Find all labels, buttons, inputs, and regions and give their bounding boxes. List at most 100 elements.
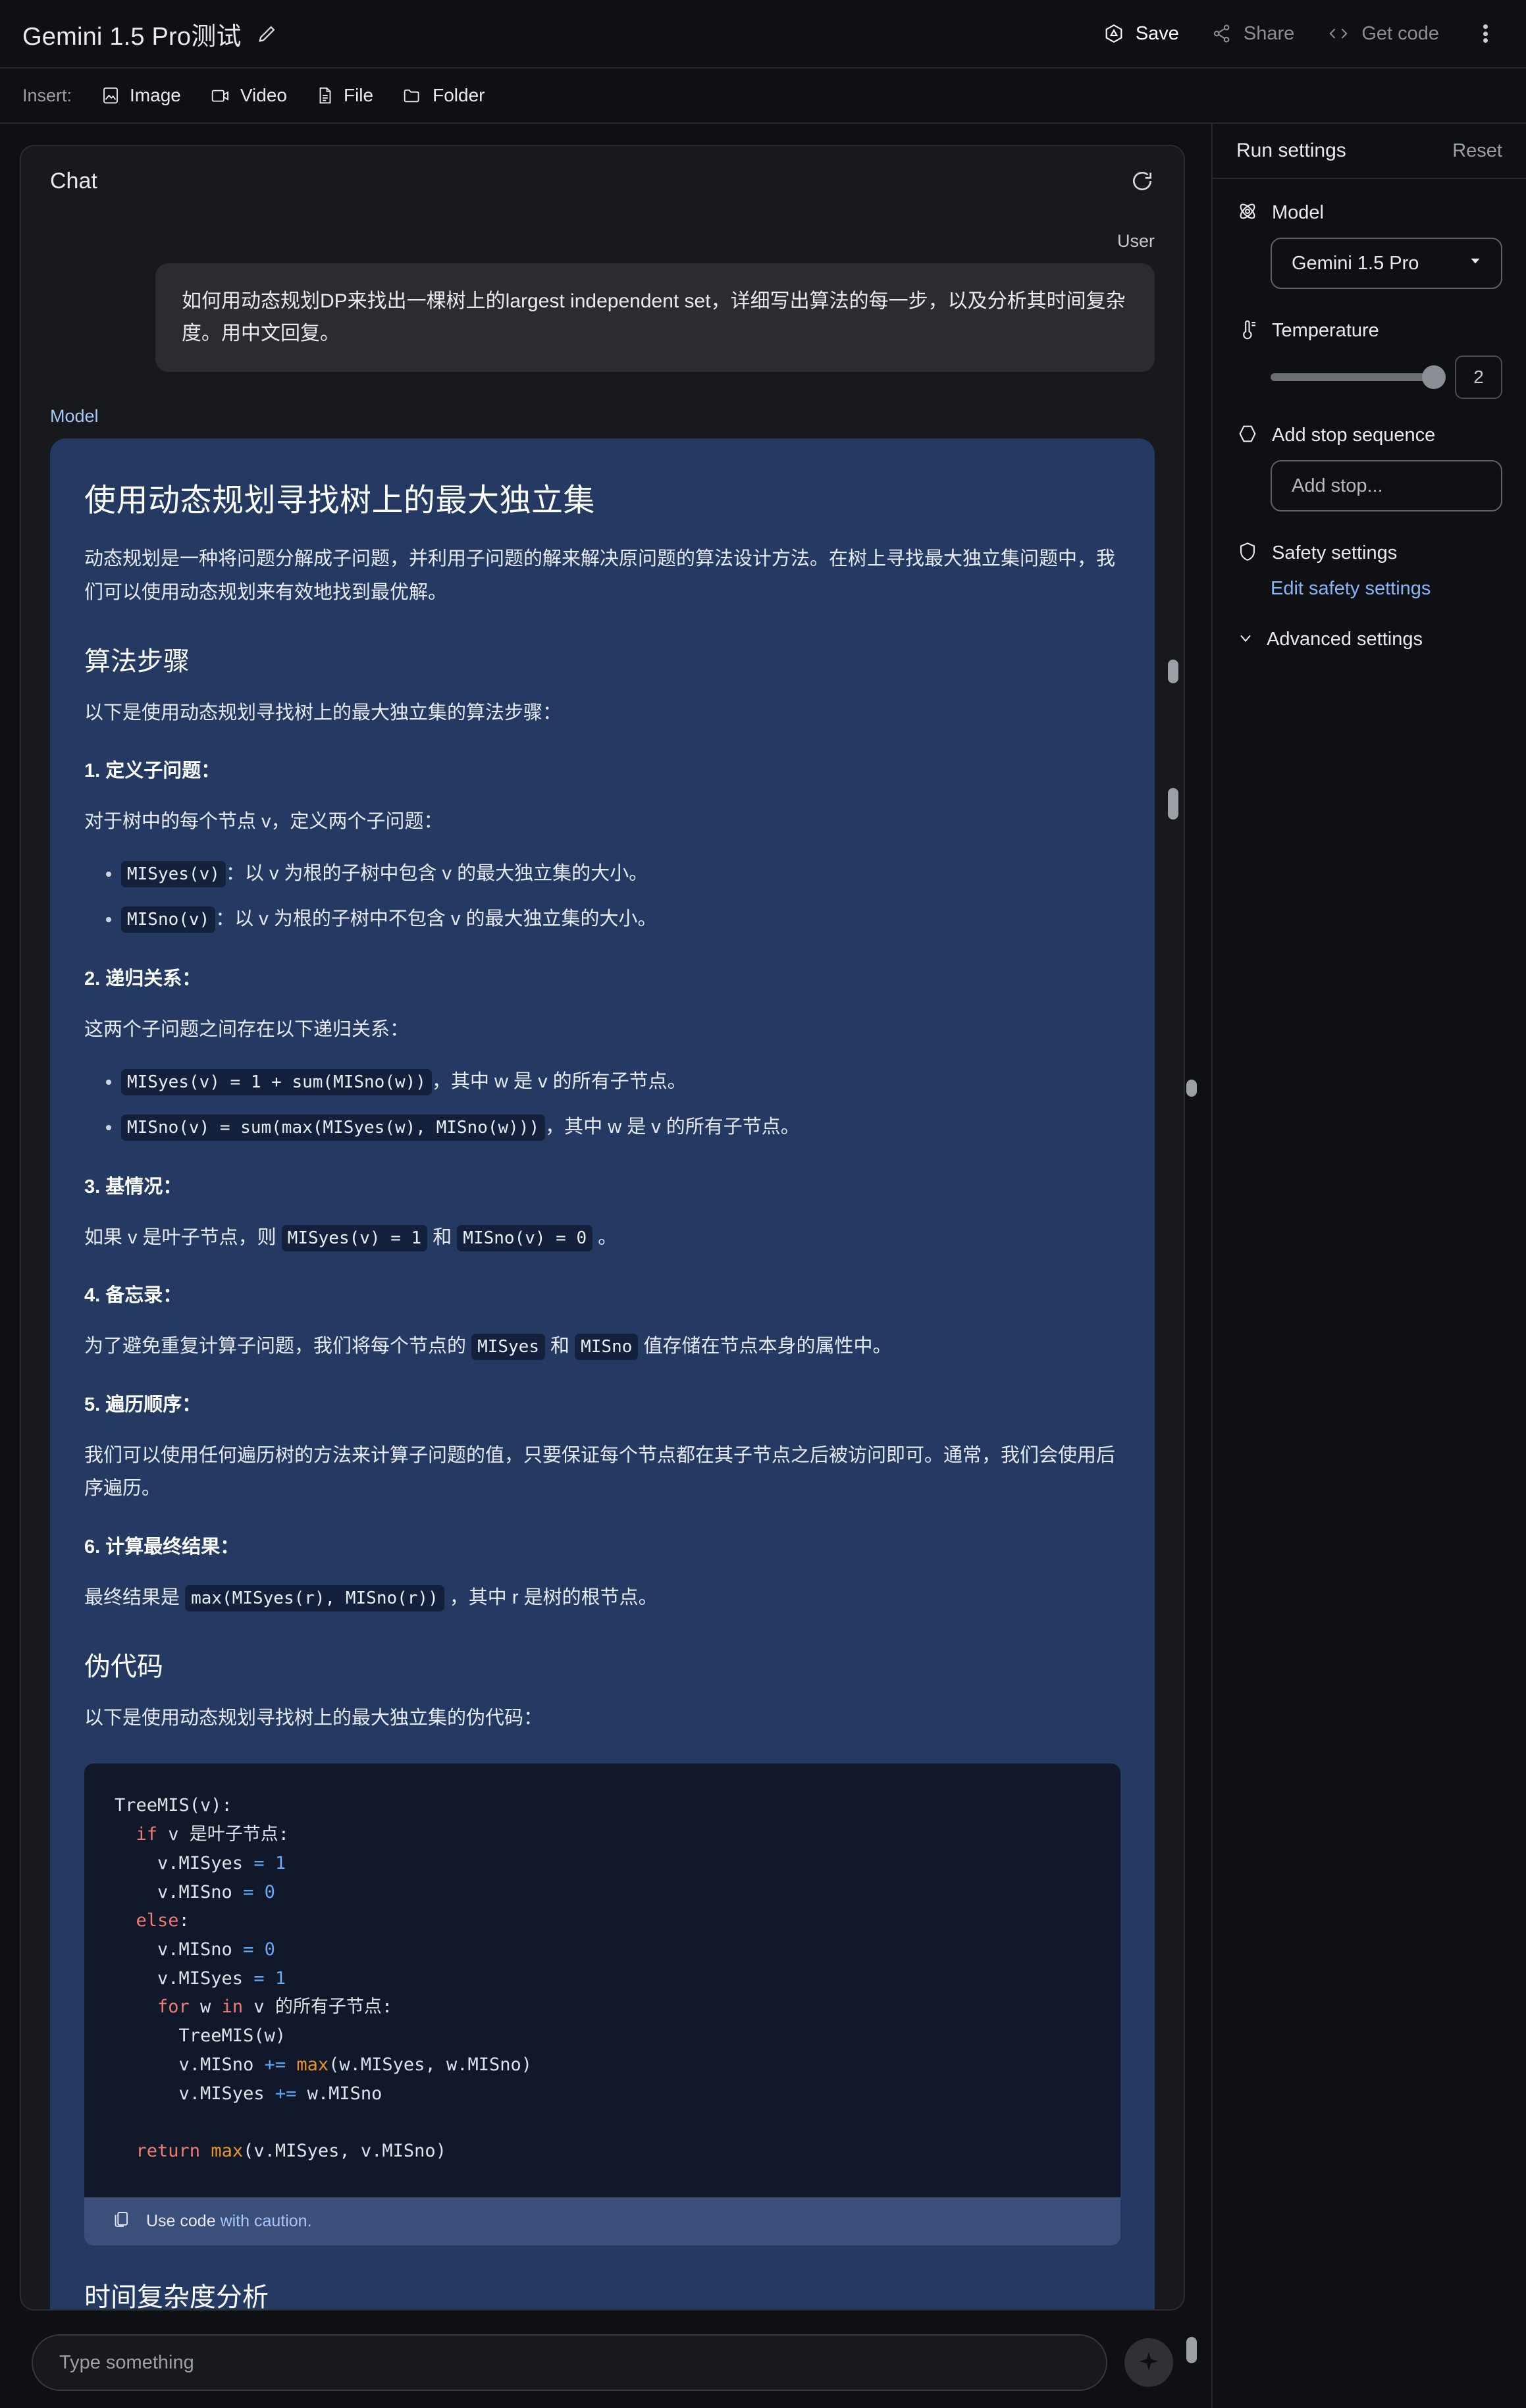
refresh-icon[interactable] [1130,169,1155,197]
run-settings-body: Model Gemini 1.5 Pro Temperature 2 Add s… [1213,179,1526,671]
topbar-actions: Save Share Get code [1087,15,1504,52]
code-token: TreeMIS(w) [115,2026,286,2047]
step2-text: 这两个子问题之间存在以下递归关系： [84,1018,409,1040]
image-icon [101,86,120,105]
code-token: v.MISno [115,2054,265,2075]
list-item: MISyes(v) = 1 + sum(MISno(w))，其中 w 是 v 的… [121,1064,1120,1100]
step6-pre: 最终结果是 [84,1586,186,1608]
inline-code: MISyes(v) = 1 [281,1224,428,1251]
title-group: Gemini 1.5 Pro测试 [22,16,278,52]
model-select-value: Gemini 1.5 Pro [1292,252,1419,274]
inline-code: MISyes(v) = 1 + sum(MISno(w)) [121,1068,432,1095]
code-token: (w.MISyes, w.MISno) [329,2054,532,2075]
step4-post: 值存储在节点本身的属性中。 [638,1336,892,1357]
chat-input[interactable]: Type something [32,2334,1107,2391]
temperature-value[interactable]: 2 [1455,355,1502,399]
code-token: v.MISyes [115,2083,275,2104]
code-token: = [243,1939,265,1960]
send-button[interactable] [1124,2338,1173,2387]
step6-post: ，其中 r 是树的根节点。 [444,1586,658,1608]
save-label: Save [1135,22,1179,44]
chevron-down-icon [1236,629,1255,650]
list-item-text: ：以 v 为根的子树中不包含 v 的最大独立集的大小。 [215,908,657,930]
temperature-label: Temperature [1272,320,1379,341]
app-root: Gemini 1.5 Pro测试 Save Share Get code Ins… [0,0,1526,2408]
inline-code: MISno(v) = 0 [457,1224,593,1251]
model-select[interactable]: Gemini 1.5 Pro [1271,238,1502,289]
use-code-label: Use code [146,2211,221,2230]
list-item-text: ，其中 w 是 v 的所有子节点。 [545,1116,800,1138]
step4-text: 为了避免重复计算子问题，我们将每个节点的 MISyes 和 MISno 值存储在… [84,1330,1120,1363]
share-button[interactable]: Share [1195,16,1310,51]
page-title: Gemini 1.5 Pro测试 [22,22,242,51]
model-intro: 动态规划是一种将问题分解成子问题，并利用子问题的解来解决原问题的算法设计方法。在… [84,548,1116,603]
insert-video-button[interactable]: Video [196,80,302,111]
list-item: MISno(v)：以 v 为根的子树中不包含 v 的最大独立集的大小。 [121,901,1120,937]
code-block-footer: Use code with caution. [84,2197,1120,2245]
code-token: TreeMIS(v): [115,1795,232,1816]
copy-icon[interactable] [111,2209,130,2234]
get-code-button[interactable]: Get code [1310,16,1455,51]
step2-title: 2. 递归关系： [84,968,201,990]
video-icon [210,86,231,105]
kebab-menu-icon[interactable] [1467,15,1504,52]
code-token: max [211,2141,244,2162]
code-token: v.MISyes [115,1968,254,1989]
safety-settings-label: Safety settings [1272,542,1398,563]
thermometer-icon [1236,318,1259,344]
code-token: v 是叶子节点: [157,1824,290,1845]
page-scrollbar-thumb[interactable] [1186,1080,1197,1097]
step1-text: 对于树中的每个节点 v，定义两个子问题： [84,811,443,833]
page-scrollbar-thumb-lower[interactable] [1186,2337,1197,2363]
code-content: TreeMIS(v): if v 是叶子节点: v.MISyes = 1 v.M… [84,1764,1120,2197]
model-heading-complexity: 时间复杂度分析 [84,2282,269,2311]
temperature-slider-knob[interactable] [1422,365,1446,389]
code-token: if [115,1824,158,1845]
pseudo-intro: 以下是使用动态规划寻找树上的最大独立集的伪代码： [84,1707,543,1729]
insert-image-button[interactable]: Image [86,80,196,111]
code-token: = [253,1852,275,1873]
hexagon-icon [1236,423,1259,448]
temperature-slider[interactable] [1271,365,1446,389]
user-message: 如何用动态规划DP来找出一棵树上的largest independent set… [155,263,1155,373]
list-item: MISno(v) = sum(max(MISyes(w), MISno(w)))… [121,1109,1120,1145]
inline-code: MISno [575,1334,639,1361]
safety-settings-row: Safety settings [1236,540,1502,566]
edit-safety-settings-link[interactable]: Edit safety settings [1271,578,1502,600]
folder-icon [402,86,423,105]
list-item: MISyes(v)：以 v 为根的子树中包含 v 的最大独立集的大小。 [121,856,1120,892]
step4-title: 4. 备忘录： [84,1285,182,1307]
code-token: 1 [275,1968,286,1989]
code-token: v 的所有子节点: [243,1997,393,2018]
chat-scrollbar-thumb-secondary[interactable] [1168,788,1178,820]
with-caution-link[interactable]: with caution. [221,2212,312,2230]
code-token: += [264,2054,297,2075]
advanced-settings-label: Advanced settings [1267,629,1423,650]
step3-text: 如果 v 是叶子节点，则 MISyes(v) = 1 和 MISno(v) = … [84,1221,1120,1255]
code-token: = [253,1968,275,1989]
chat-scroll-area[interactable]: User 如何用动态规划DP来找出一棵树上的largest independen… [21,231,1184,2311]
model-setting-row: Model [1236,200,1502,226]
code-token: 1 [275,1852,286,1873]
inline-code: max(MISyes(r), MISno(r)) [185,1584,444,1611]
code-token: in [221,1997,244,2018]
stop-sequence-setting-row: Add stop sequence [1236,423,1502,448]
model-message: 使用动态规划寻找树上的最大独立集 动态规划是一种将问题分解成子问题，并利用子问题… [50,438,1155,2311]
advanced-settings-toggle[interactable]: Advanced settings [1236,629,1502,650]
add-stop-input[interactable]: Add stop... [1271,460,1502,511]
code-token: w.MISno [307,2083,382,2104]
chat-scrollbar-thumb[interactable] [1168,660,1178,683]
reset-button[interactable]: Reset [1452,140,1502,162]
insert-bar: Insert: Image Video File Folder [0,68,1526,124]
temperature-setting-row: Temperature [1236,318,1502,344]
insert-folder-button[interactable]: Folder [388,80,499,111]
insert-label: Insert: [22,85,72,105]
pencil-icon[interactable] [256,22,278,45]
code-token: += [275,2083,307,2104]
code-brackets-icon [1326,22,1351,45]
save-icon [1103,22,1125,45]
step2-list: MISyes(v) = 1 + sum(MISno(w)) ，其中 w 是 v 的… [84,1064,1120,1145]
save-button[interactable]: Save [1087,16,1195,51]
code-token: v.MISyes [115,1852,254,1873]
insert-file-button[interactable]: File [302,80,388,111]
